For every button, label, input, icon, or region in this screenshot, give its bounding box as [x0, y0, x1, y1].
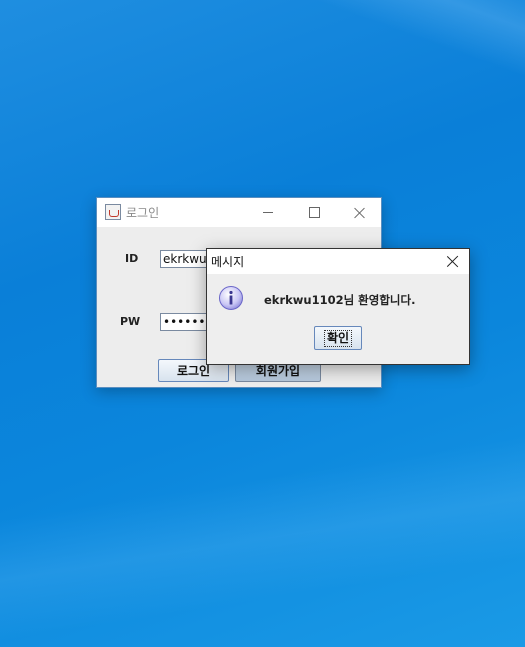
wallpaper-light-beam [256, 0, 525, 116]
close-button[interactable] [337, 198, 383, 227]
minimize-icon [263, 212, 273, 213]
minimize-button[interactable] [245, 198, 291, 227]
pw-label: PW [120, 315, 141, 328]
ok-button[interactable]: 확인 [314, 326, 362, 350]
window-title: 로그인 [126, 206, 160, 220]
message-dialog: 메시지 ekrkwu1102님 환영합니다. 확인 [206, 248, 470, 365]
close-icon [354, 207, 366, 219]
info-icon [219, 286, 243, 310]
ok-button-label: 확인 [323, 329, 353, 347]
maximize-icon [308, 207, 320, 218]
dialog-close-button[interactable] [443, 252, 463, 272]
wallpaper-light-beam [0, 408, 525, 647]
id-label: ID [125, 252, 139, 265]
maximize-button[interactable] [291, 198, 337, 227]
dialog-message: ekrkwu1102님 환영합니다. [264, 293, 416, 307]
login-titlebar[interactable]: 로그인 [97, 198, 381, 227]
java-cup-icon [105, 204, 121, 220]
dialog-title: 메시지 [211, 255, 245, 269]
dialog-titlebar[interactable]: 메시지 [207, 249, 469, 274]
